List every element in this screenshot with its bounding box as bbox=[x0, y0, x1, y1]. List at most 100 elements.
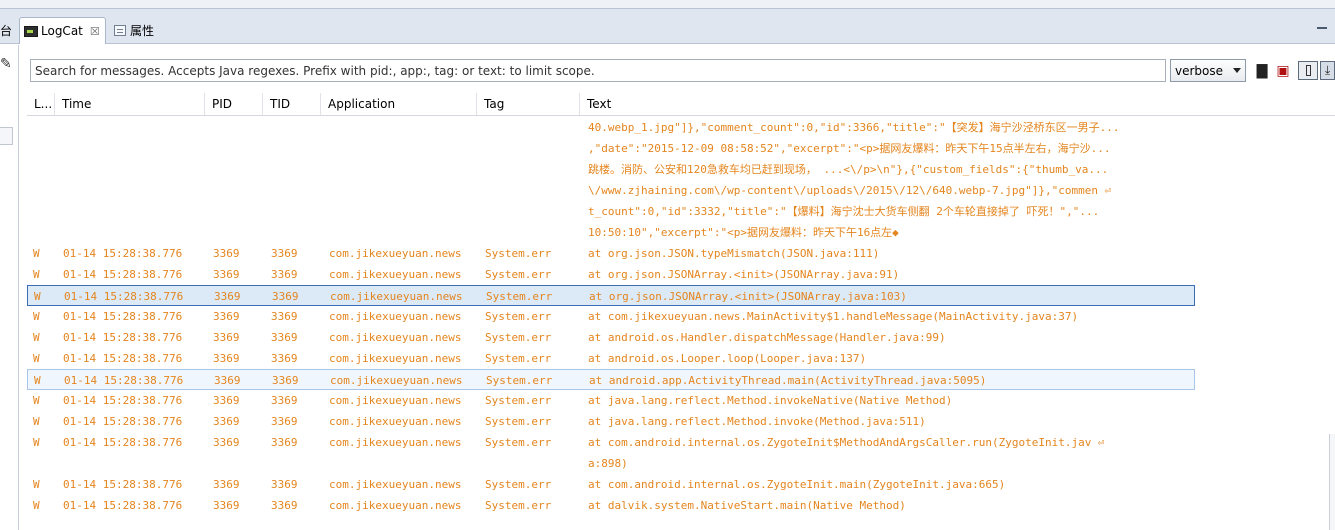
log-pid bbox=[213, 180, 263, 201]
log-application bbox=[329, 222, 479, 243]
log-time: 01-14 15:28:38.776 bbox=[64, 374, 184, 387]
log-level: W bbox=[33, 310, 40, 323]
table-row[interactable]: W 01-14 15:28:38.776 3369 3369 com.jikexueyu… bbox=[27, 411, 1195, 432]
log-time bbox=[63, 222, 208, 243]
tab-logcat-label: LogCat bbox=[41, 24, 83, 38]
log-tid bbox=[271, 117, 321, 138]
log-tag: System.err bbox=[485, 415, 552, 428]
table-row[interactable]: 跳楼。消防、公安和120急救车均已赶到现场， ...<\/p>\n"},{"cu… bbox=[27, 159, 1195, 180]
log-text: at org.json.JSONArray.<init>(JSONArray.j… bbox=[589, 290, 907, 303]
log-pid: 3369 bbox=[213, 268, 240, 281]
tab-logcat[interactable]: LogCat ☒ bbox=[19, 17, 106, 44]
log-pid bbox=[213, 159, 263, 180]
log-application bbox=[329, 117, 479, 138]
table-row[interactable]: W 01-14 15:28:38.776 3369 3369 com.jikexueyu… bbox=[27, 495, 1195, 516]
column-tid[interactable]: TID bbox=[263, 93, 321, 115]
log-level: W bbox=[33, 268, 40, 281]
log-time bbox=[63, 453, 208, 474]
log-time: 01-14 15:28:38.776 bbox=[63, 268, 183, 281]
log-text: 跳楼。消防、公安和120急救车均已赶到现场， ...<\/p>\n"},{"cu… bbox=[588, 163, 1109, 176]
log-tag: System.err bbox=[486, 374, 553, 387]
chevron-down-icon bbox=[1233, 68, 1241, 73]
log-tid: 3369 bbox=[271, 331, 298, 344]
log-pid bbox=[213, 453, 263, 474]
tab-properties[interactable]: 属性 bbox=[112, 17, 172, 44]
search-input[interactable] bbox=[30, 59, 1166, 82]
column-application[interactable]: Application bbox=[321, 93, 477, 115]
log-text: at org.json.JSON.typeMismatch(JSON.java:… bbox=[588, 247, 880, 260]
log-tag: System.err bbox=[486, 290, 553, 303]
scroll-lock-icon[interactable]: ⤓ bbox=[1320, 61, 1335, 80]
toggle-filters-icon[interactable] bbox=[1298, 61, 1318, 80]
log-text: at org.json.JSONArray.<init>(JSONArray.j… bbox=[588, 268, 900, 281]
log-application: com.jikexueyuan.news bbox=[330, 290, 463, 303]
log-level: W bbox=[33, 436, 40, 449]
log-tid: 3369 bbox=[271, 394, 298, 407]
log-tid bbox=[271, 180, 321, 201]
log-tid: 3369 bbox=[271, 478, 298, 491]
column-tag[interactable]: Tag bbox=[477, 93, 580, 115]
column-pid[interactable]: PID bbox=[205, 93, 263, 115]
log-tid: 3369 bbox=[271, 499, 298, 512]
clear-log-icon[interactable]: ▣ bbox=[1274, 61, 1292, 80]
log-application bbox=[329, 453, 479, 474]
minimize-icon[interactable] bbox=[1317, 27, 1327, 31]
table-row[interactable]: ,"date":"2015-12-09 08:58:52","excerpt":… bbox=[27, 138, 1195, 159]
log-tid: 3369 bbox=[271, 415, 298, 428]
tab-console-partial[interactable]: 台 bbox=[0, 17, 18, 44]
table-row[interactable]: W 01-14 15:28:38.776 3369 3369 com.jikexueyu… bbox=[27, 348, 1195, 369]
log-time: 01-14 15:28:38.776 bbox=[63, 310, 183, 323]
log-tid bbox=[271, 201, 321, 222]
log-tid: 3369 bbox=[271, 310, 298, 323]
tab-console-partial-label: 台 bbox=[0, 24, 13, 38]
log-level bbox=[33, 222, 53, 243]
window-top-strip bbox=[0, 0, 1335, 8]
table-row[interactable]: 40.webp_1.jpg"]},"comment_count":0,"id":… bbox=[27, 117, 1195, 138]
log-tid: 3369 bbox=[271, 268, 298, 281]
log-level-select[interactable]: verbose bbox=[1170, 59, 1246, 82]
log-text: at com.jikexueyuan.news.MainActivity$1.h… bbox=[588, 310, 1079, 323]
pin-icon[interactable]: ✎ bbox=[0, 56, 12, 72]
table-row[interactable]: W 01-14 15:28:38.776 3369 3369 com.jikexueyu… bbox=[27, 474, 1195, 495]
table-row[interactable]: W 01-14 15:28:38.776 3369 3369 com.jikexueyu… bbox=[27, 327, 1195, 348]
log-tag: System.err bbox=[485, 499, 552, 512]
log-time: 01-14 15:28:38.776 bbox=[63, 394, 183, 407]
close-icon[interactable]: ☒ bbox=[90, 25, 100, 38]
save-icon[interactable]: ▇ bbox=[1253, 61, 1271, 80]
log-time: 01-14 15:28:38.776 bbox=[63, 415, 183, 428]
log-application bbox=[329, 159, 479, 180]
log-time: 01-14 15:28:38.776 bbox=[63, 478, 183, 491]
table-row[interactable]: W 01-14 15:28:38.776 3369 3369 com.jikexueyu… bbox=[27, 243, 1195, 264]
log-pid bbox=[213, 222, 263, 243]
column-text[interactable]: Text bbox=[580, 93, 1335, 115]
log-tid bbox=[271, 453, 321, 474]
log-level: W bbox=[33, 394, 40, 407]
table-row[interactable]: W 01-14 15:28:38.776 3369 3369 com.jikexueyu… bbox=[27, 369, 1195, 390]
log-tid bbox=[271, 138, 321, 159]
column-time[interactable]: Time bbox=[55, 93, 205, 115]
table-row[interactable]: W 01-14 15:28:38.776 3369 3369 com.jikexueyu… bbox=[27, 306, 1195, 327]
table-row[interactable]: W 01-14 15:28:38.776 3369 3369 com.jikexueyu… bbox=[27, 390, 1195, 411]
table-row[interactable]: W 01-14 15:28:38.776 3369 3369 com.jikexueyu… bbox=[27, 432, 1195, 453]
log-time: 01-14 15:28:38.776 bbox=[64, 290, 184, 303]
log-tid bbox=[271, 159, 321, 180]
table-row[interactable]: a:898) bbox=[27, 453, 1195, 474]
column-level[interactable]: L... bbox=[27, 93, 55, 115]
table-row[interactable]: W 01-14 15:28:38.776 3369 3369 com.jikexueyu… bbox=[27, 285, 1195, 306]
table-row[interactable]: 10:50:10","excerpt":"<p>据网友爆料：昨天下午16点左◆ bbox=[27, 222, 1195, 243]
vertical-scrollbar[interactable] bbox=[1329, 434, 1335, 530]
left-panel-collapsed-item[interactable] bbox=[0, 127, 13, 145]
log-text: \/www.zjhaining.com\/wp-content\/uploads… bbox=[588, 184, 1112, 197]
table-row[interactable]: \/www.zjhaining.com\/wp-content\/uploads… bbox=[27, 180, 1195, 201]
log-tag: System.err bbox=[485, 310, 552, 323]
log-table[interactable]: 40.webp_1.jpg"]},"comment_count":0,"id":… bbox=[27, 117, 1335, 530]
log-pid bbox=[213, 201, 263, 222]
log-application: com.jikexueyuan.news bbox=[329, 268, 462, 281]
log-pid: 3369 bbox=[213, 394, 240, 407]
log-pid: 3369 bbox=[214, 290, 241, 303]
log-pid: 3369 bbox=[213, 331, 240, 344]
log-application: com.jikexueyuan.news bbox=[329, 310, 462, 323]
log-tag: System.err bbox=[485, 436, 552, 449]
table-row[interactable]: t_count":0,"id":3332,"title":"【爆料】海宁沈士大货… bbox=[27, 201, 1195, 222]
table-row[interactable]: W 01-14 15:28:38.776 3369 3369 com.jikexueyu… bbox=[27, 264, 1195, 285]
